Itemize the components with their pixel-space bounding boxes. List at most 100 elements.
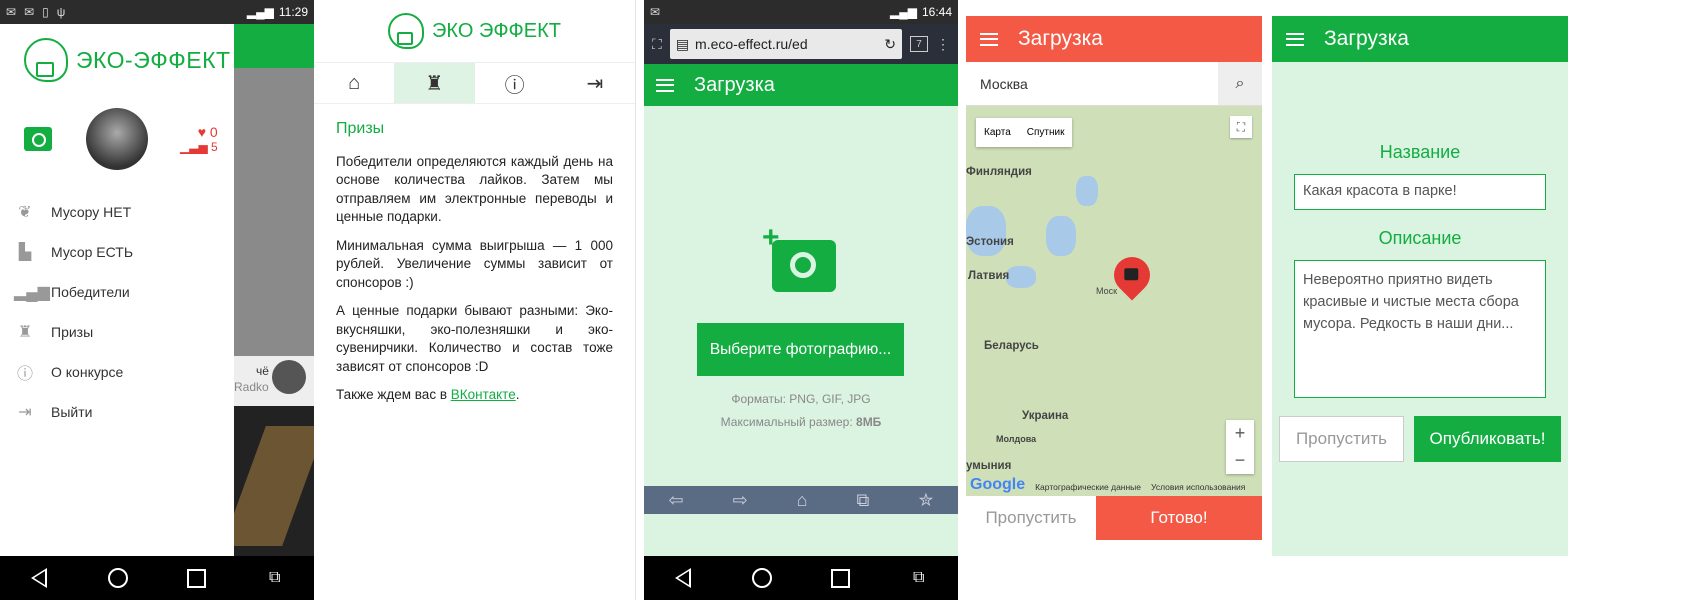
menu-item-winners[interactable]: ▂▄▆ Победители (0, 272, 234, 312)
more-icon[interactable]: ⋮ (936, 36, 950, 53)
menu-item-label: Призы (51, 324, 94, 340)
location-input[interactable]: Москва (966, 62, 1218, 105)
add-photo-icon[interactable]: + (762, 223, 836, 296)
android-nav-bar: ⧉ (0, 556, 314, 600)
map-label: умыния (966, 460, 1012, 472)
login-icon: ⇥ (586, 72, 604, 95)
page-title: Загрузка (694, 73, 775, 96)
tab-bar: ⌂ ♜ ⓘ ⇥ (314, 62, 635, 104)
skip-button[interactable]: Пропустить (1279, 416, 1404, 462)
tab-prizes[interactable]: ♜ (394, 63, 475, 103)
browser-toolbar: ⛶ ▤ m.eco-effect.ru/ed ↻ 7 ⋮ (644, 24, 958, 64)
profile-row: ♥ 0 ▁▃▅ 5 (0, 82, 234, 182)
usb-icon: ψ (56, 5, 66, 19)
add-photo-icon[interactable] (24, 127, 52, 151)
home-button[interactable] (106, 566, 130, 590)
paragraph: Также ждем вас в ВКонтакте. (336, 386, 613, 405)
hamburger-icon[interactable] (980, 32, 998, 46)
tab-login[interactable]: ⇥ (555, 63, 635, 103)
zoom-in-button[interactable]: + (1235, 423, 1246, 444)
back-arrow-icon[interactable]: ⇦ (668, 490, 683, 511)
hamburger-icon[interactable] (656, 78, 674, 92)
leaf-icon: ❦ (18, 204, 32, 221)
menu-item-no-trash[interactable]: ❦ Мусору НЕТ (0, 192, 234, 232)
bookmark-icon[interactable]: ✮ (918, 490, 933, 511)
feed-item-title: чё (256, 364, 269, 378)
signal-icon: ▂▄▆ (890, 5, 917, 19)
paragraph: А ценные подарки бывают разными: Эко-вку… (336, 303, 613, 374)
screen-upload-photo: ✉ ▂▄▆ 16:44 ⛶ ▤ m.eco-effect.ru/ed ↻ 7 ⋮ … (644, 0, 958, 600)
screen-prizes: ЭКО ЭФФЕКТ ⌂ ♜ ⓘ ⇥ Призы Победители опре… (314, 0, 636, 600)
trophy-icon: ♜ (17, 324, 33, 341)
home-icon[interactable]: ⌂ (797, 490, 808, 511)
tab-count[interactable]: 7 (910, 36, 928, 52)
leaf-head-icon (24, 38, 68, 82)
map-type-map[interactable]: Карта (976, 118, 1019, 147)
forward-arrow-icon[interactable]: ⇨ (733, 490, 748, 511)
tab-about[interactable]: ⓘ (475, 63, 555, 103)
app-bar: Загрузка (1272, 16, 1568, 62)
page-title: Загрузка (1324, 27, 1409, 50)
size-value: 8МБ (856, 415, 882, 429)
done-button[interactable]: Готово! (1096, 496, 1262, 540)
screen-upload-map: Загрузка Москва ⌕ Карта Спутник ⛶ Финлян… (966, 16, 1262, 556)
action-buttons: Пропустить Готово! (966, 496, 1262, 540)
status-bar: ✉ ▂▄▆ 16:44 (644, 0, 958, 24)
map-type-toggle: Карта Спутник (976, 118, 1073, 147)
status-time: 11:29 (278, 5, 308, 19)
description-field[interactable]: Невероятно приятно видеть красивые и чис… (1294, 260, 1546, 398)
menu-item-trash[interactable]: ▙ Мусор ЕСТЬ (0, 232, 234, 272)
back-button[interactable] (671, 566, 695, 590)
avatar (272, 360, 306, 394)
terms-link[interactable]: Условия использования (1151, 482, 1245, 494)
name-field[interactable]: Какая красота в парке! (1294, 174, 1546, 210)
page-title: Призы (336, 120, 385, 137)
reload-icon[interactable]: ↻ (884, 36, 896, 53)
skip-button[interactable]: Пропустить (966, 496, 1096, 540)
menu-item-logout[interactable]: ⇥ Выйти (0, 392, 234, 432)
screenshot-icon[interactable]: ⧉ (263, 566, 287, 590)
recents-button[interactable] (184, 566, 208, 590)
fullscreen-icon[interactable]: ⛶ (1230, 116, 1252, 138)
mail-icon: ✉ (650, 5, 661, 19)
likes-count: 0 (209, 124, 218, 140)
app-bar: Загрузка (966, 16, 1262, 62)
size-label: Максимальный размер: (720, 415, 857, 429)
rating-icon: ▁▃▅ (180, 140, 208, 154)
browser-bottom-bar: ⇦ ⇨ ⌂ ⧉ ✮ (644, 486, 958, 514)
heart-icon: ♥ (197, 124, 207, 140)
url-text: m.eco-effect.ru/ed (695, 36, 808, 52)
menu-item-label: Выйти (51, 404, 93, 420)
address-bar[interactable]: ▤ m.eco-effect.ru/ed ↻ (669, 29, 902, 59)
vk-link[interactable]: ВКонтакте (451, 387, 516, 402)
recents-button[interactable] (828, 566, 852, 590)
info-icon: ⓘ (504, 74, 525, 97)
location-search: Москва ⌕ (966, 62, 1262, 106)
menu-item-about[interactable]: ⓘ О конкурсе (0, 352, 234, 392)
map[interactable]: Карта Спутник ⛶ Финляндия Эстония Латвия… (966, 106, 1262, 496)
drawer-menu: ❦ Мусору НЕТ ▙ Мусор ЕСТЬ ▂▄▆ Победители ♜ П… (0, 192, 234, 432)
menu-item-label: Мусор ЕСТЬ (51, 244, 134, 260)
search-icon: ⌕ (1235, 74, 1245, 92)
menu-item-label: О конкурсе (51, 364, 124, 380)
search-button[interactable]: ⌕ (1218, 62, 1262, 105)
paragraph: Победители определяются каждый день на о… (336, 153, 613, 225)
zoom-out-button[interactable]: − (1235, 450, 1246, 471)
fullscreen-icon[interactable]: ⛶ (652, 36, 662, 53)
mail-icon: ✉ (6, 5, 17, 19)
screenshot-icon[interactable]: ⧉ (907, 566, 931, 590)
hamburger-icon[interactable] (1286, 32, 1304, 46)
tabs-icon[interactable]: ⧉ (857, 490, 870, 511)
tab-home[interactable]: ⌂ (314, 63, 394, 103)
feed-item-user: Radko (234, 380, 269, 394)
avatar[interactable] (86, 108, 148, 170)
map-type-satellite[interactable]: Спутник (1019, 118, 1073, 147)
zoom-controls: + − (1226, 420, 1254, 474)
menu-item-prizes[interactable]: ♜ Призы (0, 312, 234, 352)
publish-button[interactable]: Опубликовать! (1414, 416, 1561, 462)
description-label: Описание (1378, 228, 1462, 248)
home-button[interactable] (750, 566, 774, 590)
paragraph-text: . (515, 387, 520, 402)
choose-photo-button[interactable]: Выберите фотографию... (697, 323, 904, 376)
back-button[interactable] (27, 566, 51, 590)
